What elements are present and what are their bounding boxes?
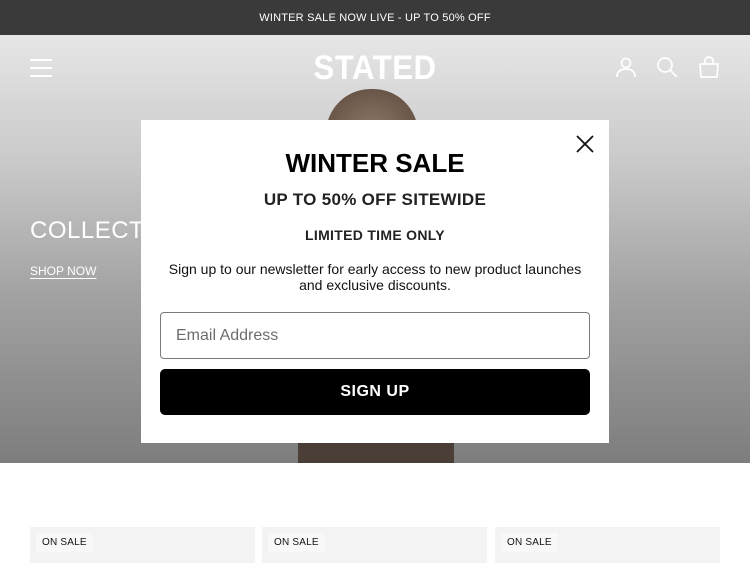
product-card[interactable]: ON SALE <box>495 527 720 563</box>
on-sale-badge: ON SALE <box>36 533 93 552</box>
announcement-text: WINTER SALE NOW LIVE - UP TO 50% OFF <box>259 11 491 24</box>
product-card[interactable]: ON SALE <box>262 527 487 563</box>
popup-title: WINTER SALE <box>285 148 465 178</box>
popup-description: Sign up to our newsletter for early acce… <box>168 261 582 293</box>
shop-now-link[interactable]: SHOP NOW <box>30 264 96 278</box>
product-card[interactable]: ON SALE <box>30 527 255 563</box>
sign-up-button[interactable]: SIGN UP <box>160 369 590 415</box>
cart-icon[interactable] <box>697 55 721 79</box>
popup-subtitle: UP TO 50% OFF SITEWIDE <box>263 190 487 209</box>
on-sale-badge: ON SALE <box>501 533 558 552</box>
newsletter-popup: WINTER SALE UP TO 50% OFF SITEWIDE LIMIT… <box>141 120 609 443</box>
account-icon[interactable] <box>614 55 638 79</box>
popup-limited-text: LIMITED TIME ONLY <box>305 227 445 243</box>
announcement-bar: WINTER SALE NOW LIVE - UP TO 50% OFF <box>0 0 750 35</box>
on-sale-badge: ON SALE <box>268 533 325 552</box>
search-icon[interactable] <box>655 55 679 79</box>
site-header: STATED <box>0 35 750 100</box>
hero-model-legs <box>298 443 454 463</box>
email-field[interactable] <box>160 312 590 359</box>
